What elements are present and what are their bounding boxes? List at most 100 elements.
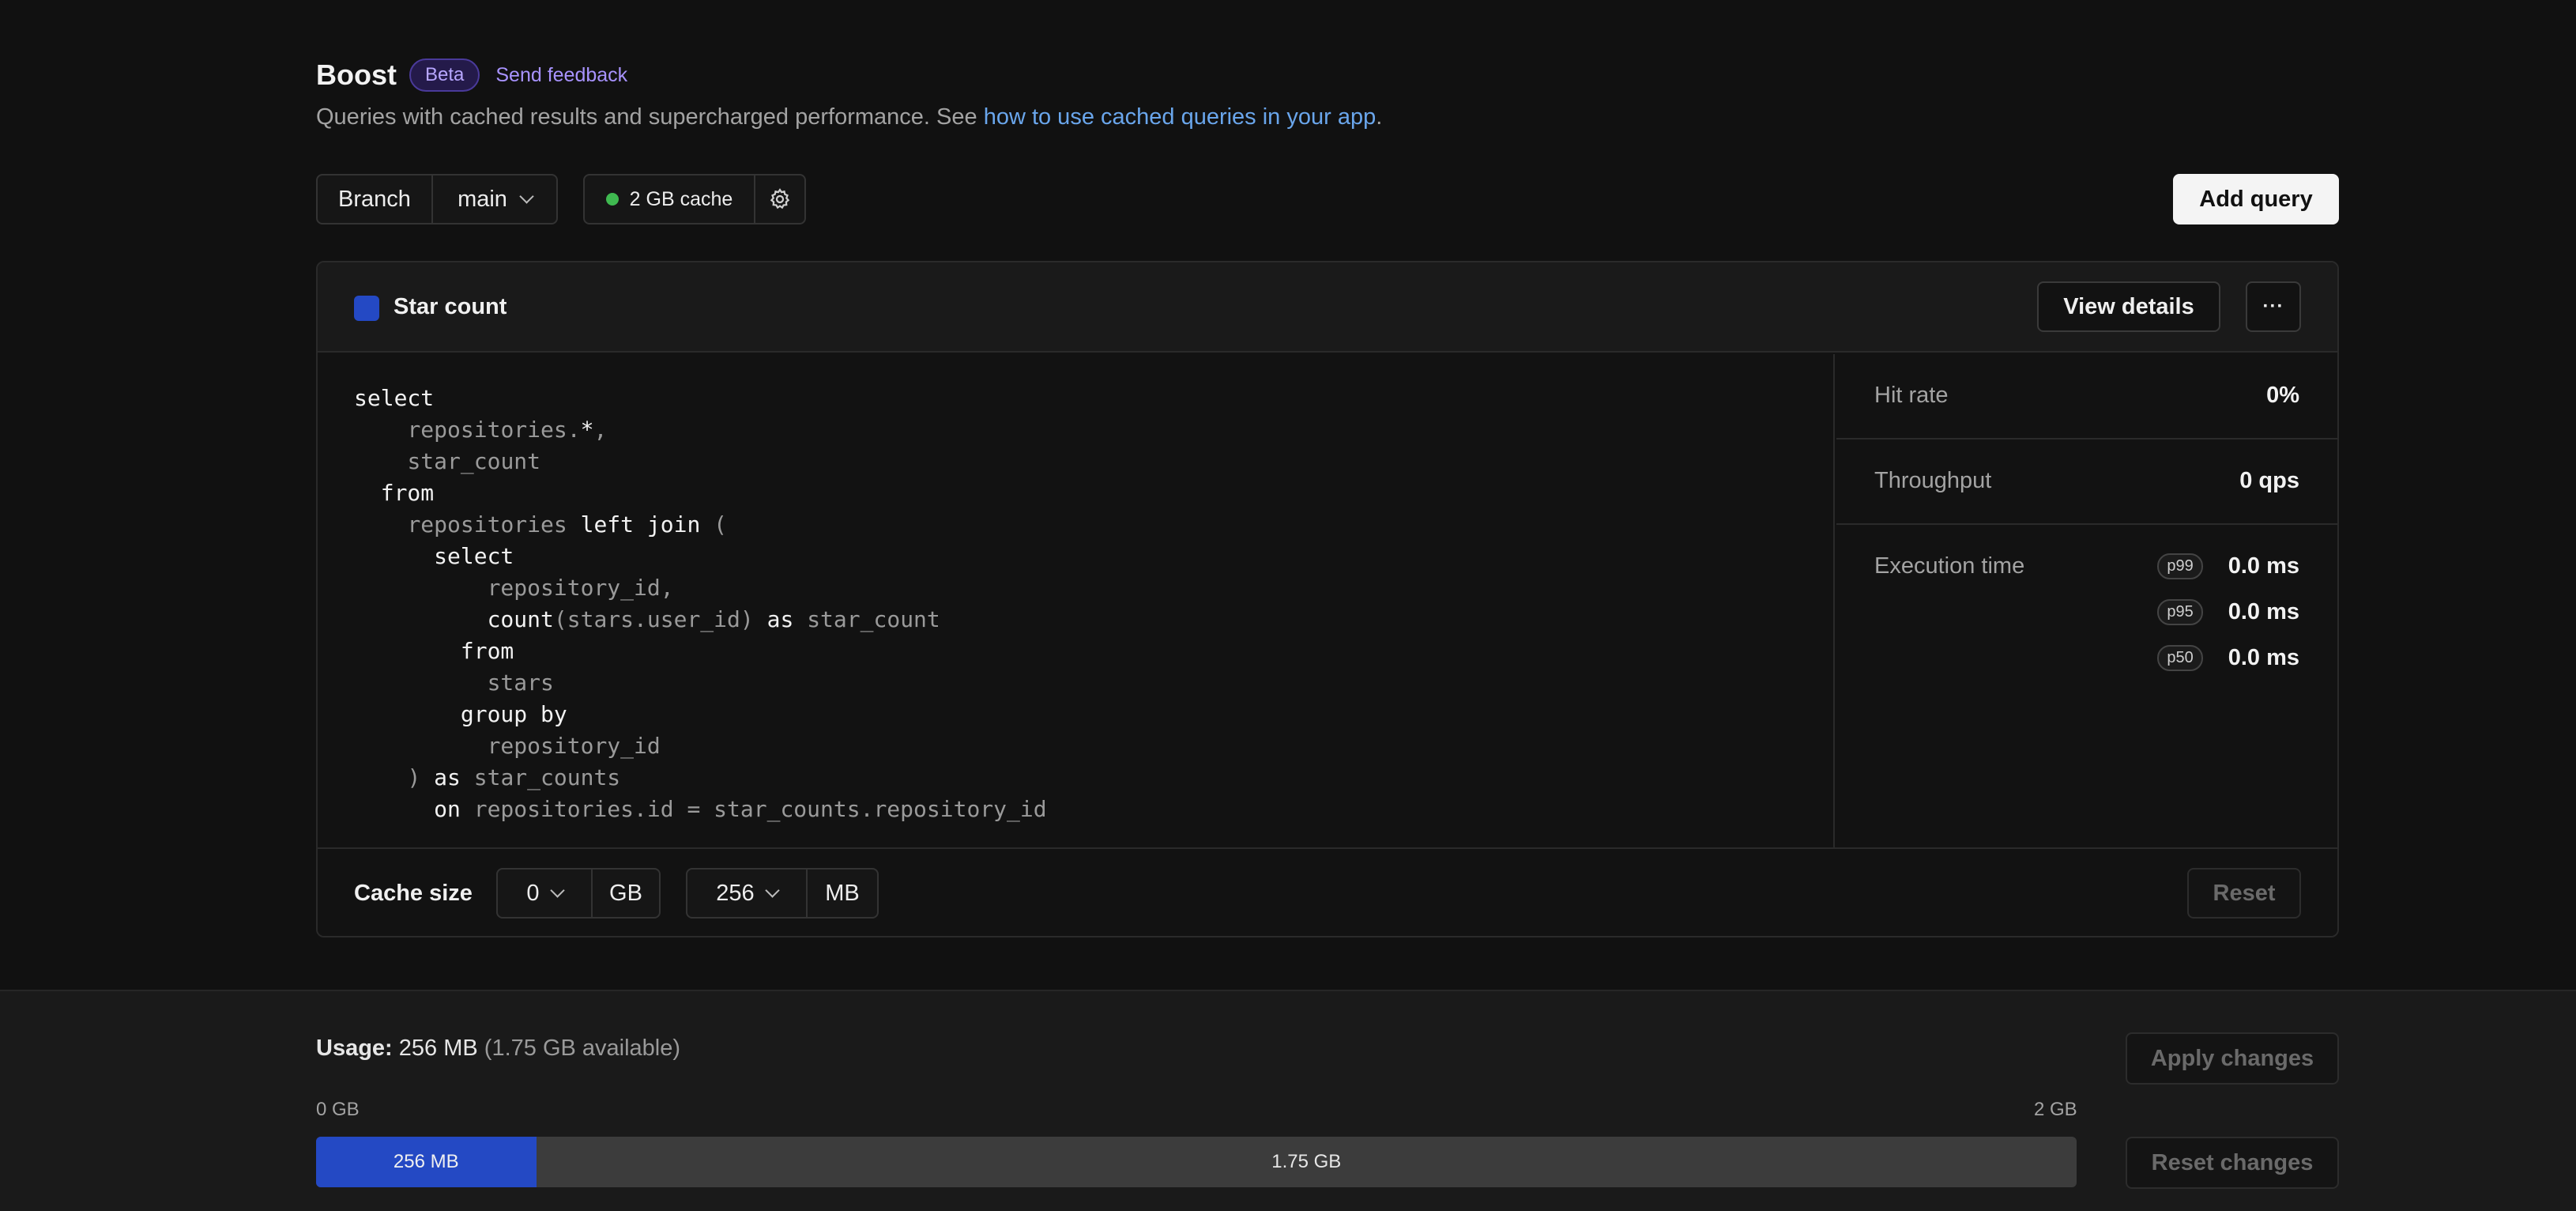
code-line: repositories left join ( — [354, 509, 1833, 541]
code-line: repository_id, — [354, 572, 1833, 604]
code-identifier: repositories — [407, 511, 567, 538]
chevron-down-icon — [549, 883, 565, 898]
code-keyword: left join — [567, 511, 714, 538]
beta-badge: Beta — [409, 58, 480, 92]
code-keyword: group by — [354, 701, 567, 727]
usage-bar-used: 256 MB — [316, 1137, 537, 1187]
usage-value: 256 MB — [398, 1036, 478, 1061]
reset-cache-button[interactable]: Reset — [2187, 868, 2301, 919]
usage-summary: Usage: 256 MB (1.75 GB available) — [316, 1036, 680, 1062]
code-line: count(stars.user_id) as star_count — [354, 604, 1833, 636]
cache-status-label: 2 GB cache — [585, 175, 754, 223]
code-line: group by — [354, 699, 1833, 730]
throughput-value: 0 qps — [2239, 468, 2299, 493]
code-identifier: star_counts — [473, 764, 621, 790]
query-color-swatch — [354, 296, 379, 321]
cache-settings-button[interactable] — [754, 175, 804, 223]
add-query-button[interactable]: Add query — [2173, 174, 2339, 224]
query-stats: Hit rate 0% Throughput 0 qps Execution t… — [1836, 354, 2337, 847]
code-keyword: select — [354, 543, 514, 569]
query-name: Star count — [394, 294, 507, 319]
code-identifier: , — [593, 417, 608, 443]
code-keyword: from — [354, 480, 435, 506]
toolbar: Branch main 2 GB cache Add query — [316, 174, 2339, 224]
usage-available: (1.75 GB available) — [484, 1036, 681, 1061]
usage-axis-max: 2 GB — [2034, 1099, 2077, 1120]
cache-gb-selector: 0 GB — [496, 868, 661, 919]
more-options-button[interactable]: ··· — [2246, 281, 2301, 332]
branch-label: Branch — [338, 186, 411, 212]
code-keyword — [354, 511, 407, 538]
usage-panel: Usage: 256 MB (1.75 GB available) 0 GB 2… — [0, 990, 2576, 1211]
p99-value: 0.0 ms — [2228, 553, 2299, 579]
code-identifier: ) — [407, 764, 421, 790]
cache-size-text: 2 GB cache — [629, 187, 733, 210]
usage-label: Usage: — [316, 1036, 393, 1061]
status-dot-icon — [605, 193, 619, 206]
p99-badge: p99 — [2157, 553, 2203, 579]
subtitle-text: Queries with cached results and supercha… — [316, 104, 984, 130]
cached-queries-docs-link[interactable]: how to use cached queries in your app — [984, 104, 1377, 130]
reset-changes-button[interactable]: Reset changes — [2126, 1137, 2339, 1189]
code-keyword: from — [354, 638, 514, 664]
code-keyword — [354, 417, 407, 443]
p95-value: 0.0 ms — [2228, 598, 2299, 624]
p50-row: p50 0.0 ms — [2157, 642, 2299, 673]
code-identifier: star_count — [407, 448, 541, 474]
code-line: on repositories.id = star_counts.reposit… — [354, 794, 1833, 825]
code-identifier: repository_id, — [487, 575, 674, 601]
hit-rate-label: Hit rate — [1874, 383, 1949, 408]
execution-time-label: Execution time — [1874, 553, 2025, 579]
send-feedback-link[interactable]: Send feedback — [495, 64, 627, 87]
code-keyword: as — [420, 764, 474, 790]
code-identifier: (stars.user_id) — [553, 606, 754, 632]
query-card: Star count View details ··· select repos… — [316, 261, 2339, 937]
p99-row: p99 0.0 ms — [2157, 550, 2299, 582]
code-identifier: repository_id — [487, 733, 661, 759]
code-line: repository_id — [354, 730, 1833, 762]
usage-axis-min: 0 GB — [316, 1099, 360, 1120]
code-keyword — [354, 733, 488, 759]
cache-size-controls: Cache size 0 GB 256 MB Reset — [318, 847, 2337, 936]
code-line: from — [354, 636, 1833, 667]
p50-badge: p50 — [2157, 644, 2203, 671]
hit-rate-value: 0% — [2266, 383, 2299, 408]
chevron-down-icon — [764, 883, 780, 898]
branch-selector: Branch main — [316, 174, 558, 224]
code-identifier: ( — [714, 511, 728, 538]
subtitle-suffix: . — [1376, 104, 1383, 130]
cache-mb-unit: MB — [806, 870, 877, 917]
title-row: Boost Beta Send feedback — [316, 57, 627, 93]
branch-dropdown[interactable]: main — [431, 175, 556, 223]
cache-status: 2 GB cache — [583, 174, 806, 224]
chevron-down-icon — [519, 189, 534, 204]
code-line: select — [354, 541, 1833, 572]
code-keyword: select — [354, 385, 435, 411]
code-line: ) as star_counts — [354, 762, 1833, 794]
usage-bar-available: 1.75 GB — [1271, 1151, 1342, 1172]
cache-gb-value: 0 — [526, 880, 540, 906]
code-keyword — [354, 670, 488, 696]
code-identifier: star_count — [807, 606, 940, 632]
cache-mb-dropdown[interactable]: 256 — [687, 870, 806, 917]
cache-mb-value: 256 — [716, 880, 755, 906]
code-keyword — [354, 448, 407, 474]
view-details-button[interactable]: View details — [2037, 281, 2220, 332]
cache-gb-dropdown[interactable]: 0 — [498, 870, 591, 917]
code-keyword: count — [354, 606, 554, 632]
branch-value: main — [458, 186, 507, 212]
gear-icon — [770, 188, 790, 209]
code-line: repositories.*, — [354, 414, 1833, 446]
code-line: stars — [354, 667, 1833, 699]
cache-mb-selector: 256 MB — [686, 868, 879, 919]
apply-changes-button[interactable]: Apply changes — [2126, 1032, 2339, 1085]
p95-badge: p95 — [2157, 598, 2203, 625]
p50-value: 0.0 ms — [2228, 644, 2299, 670]
code-keyword — [354, 575, 488, 601]
code-keyword: * — [580, 417, 594, 443]
code-line: from — [354, 477, 1833, 509]
cache-gb-unit: GB — [591, 870, 659, 917]
code-line: star_count — [354, 446, 1833, 477]
throughput-stat: Throughput 0 qps — [1836, 440, 2337, 525]
query-card-header: Star count View details ··· — [318, 262, 2337, 353]
